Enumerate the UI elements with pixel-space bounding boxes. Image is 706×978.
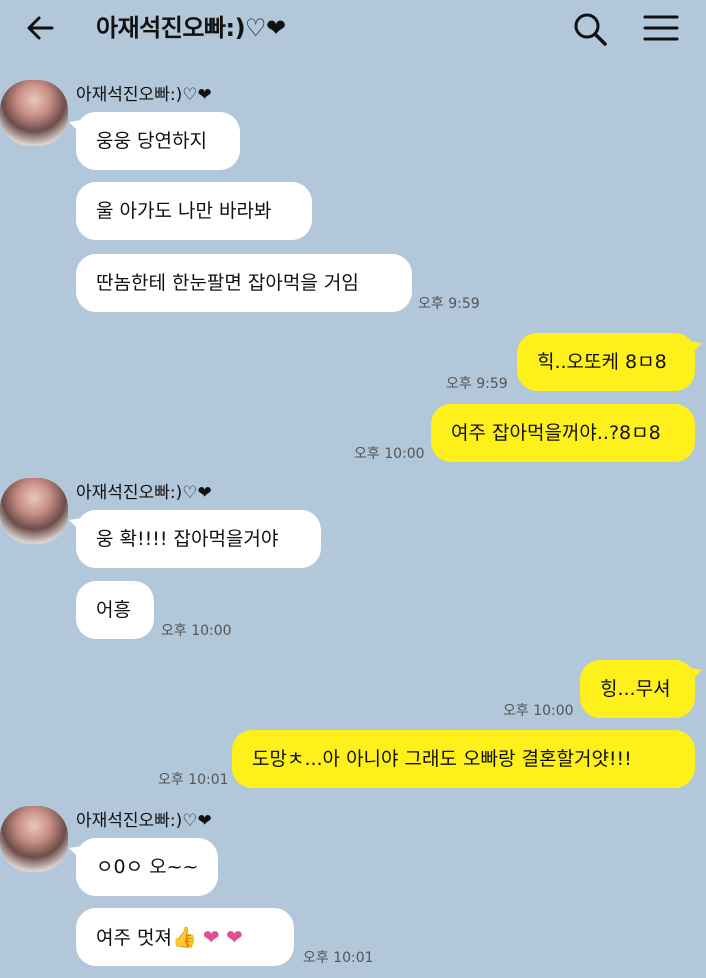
message-bubble[interactable]: 울 아가도 나만 바라봐 <box>76 182 312 240</box>
message-bubble[interactable]: ㅇ0ㅇ 오~~ <box>69 838 218 896</box>
message-text: 딴놈한테 한눈팔면 잡아먹을 거임 <box>96 272 359 294</box>
message-bubble[interactable]: 웅 확!!!! 잡아먹을거야 <box>69 510 321 568</box>
message-text: 웅 확!!!! 잡아먹을거야 <box>96 528 279 550</box>
message-text: 여주 멋져 <box>96 927 172 949</box>
message-bubble[interactable]: 어흥 <box>76 581 154 639</box>
avatar[interactable] <box>0 478 68 544</box>
message-bubble[interactable]: 웅웅 당연하지 <box>69 112 240 170</box>
back-arrow-icon[interactable] <box>22 10 58 46</box>
chat-header: 아재석진오빠:)♡❤ <box>0 0 706 58</box>
message-bubble[interactable]: 힉..오또케 8ㅁ8 <box>517 333 702 391</box>
message-bubble[interactable]: 여주 잡아먹을꺼야..?8ㅁ8 <box>431 404 695 462</box>
sender-name: 아재석진오빠:)♡❤ <box>76 483 212 503</box>
menu-icon[interactable] <box>642 12 680 44</box>
message-time: 오후 9:59 <box>418 296 480 312</box>
message-text: 힉..오또케 8ㅁ8 <box>537 351 667 373</box>
message-bubble[interactable]: 딴놈한테 한눈팔면 잡아먹을 거임 <box>76 254 412 312</box>
message-time: 오후 10:01 <box>303 950 374 966</box>
message-bubble[interactable]: 힝...무셔 <box>580 660 702 718</box>
chat-title: 아재석진오빠:)♡❤ <box>96 14 286 42</box>
message-text: 울 아가도 나만 바라봐 <box>96 200 272 222</box>
search-icon[interactable] <box>570 9 610 49</box>
bubble-tail <box>69 518 81 532</box>
avatar[interactable] <box>0 80 68 146</box>
heart-icon: ❤ ❤ <box>202 925 243 949</box>
message-text: 어흥 <box>96 599 131 621</box>
message-time: 오후 9:59 <box>446 376 508 392</box>
sender-name: 아재석진오빠:)♡❤ <box>76 811 212 831</box>
message-time: 오후 10:01 <box>158 772 229 788</box>
message-bubble[interactable]: 도망ㅊ...아 아니야 그래도 오빠랑 결혼할거얏!!! <box>232 730 695 788</box>
message-text: 여주 잡아먹을꺼야..?8ㅁ8 <box>451 422 661 444</box>
message-text: 힝...무셔 <box>600 678 671 700</box>
message-text: 도망ㅊ...아 아니야 그래도 오빠랑 결혼할거얏!!! <box>252 748 632 770</box>
bubble-tail <box>69 846 81 860</box>
message-time: 오후 10:00 <box>161 623 232 639</box>
sender-name: 아재석진오빠:)♡❤ <box>76 85 212 105</box>
bubble-tail <box>690 341 702 355</box>
message-bubble[interactable]: 여주 멋져👍 ❤ ❤ <box>76 908 294 966</box>
thumbs-up-icon: 👍 <box>171 925 197 949</box>
message-text: 웅웅 당연하지 <box>96 130 207 152</box>
avatar[interactable] <box>0 806 68 872</box>
message-time: 오후 10:00 <box>503 703 574 719</box>
bubble-tail <box>690 668 702 682</box>
message-text: ㅇ0ㅇ 오~~ <box>96 856 199 878</box>
message-time: 오후 10:00 <box>354 446 425 462</box>
bubble-tail <box>69 120 81 134</box>
